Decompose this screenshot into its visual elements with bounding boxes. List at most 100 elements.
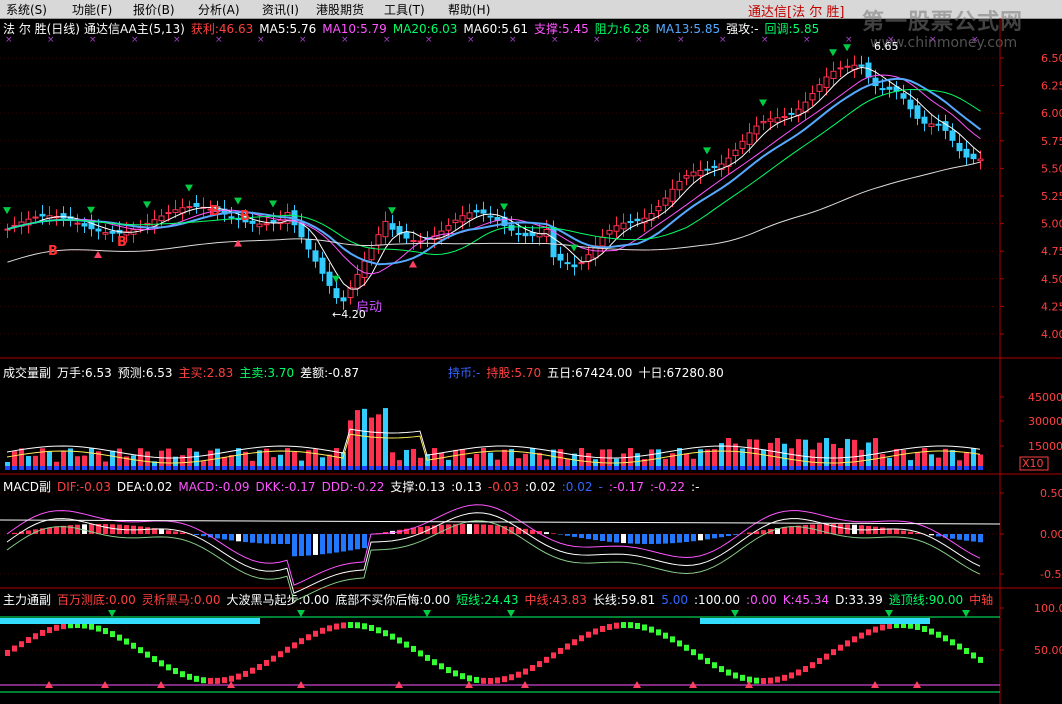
- mainforce-bar: [481, 677, 486, 684]
- macd-bar: [908, 531, 913, 534]
- mainforce-bar: [355, 622, 360, 629]
- volume-base-bar: [747, 466, 752, 470]
- mf-sell-arrow-icon: [108, 610, 116, 617]
- mf-sell-arrow-icon: [423, 610, 431, 617]
- candle-body: [389, 223, 396, 230]
- volume-base-bar: [964, 466, 969, 470]
- main-y-tick-label: 5.00: [1041, 218, 1062, 231]
- macd-bar: [929, 534, 934, 536]
- volume-base-bar: [68, 466, 73, 470]
- macd-bar: [789, 526, 794, 534]
- volume-bar: [817, 442, 822, 470]
- macd-bar: [558, 534, 563, 535]
- marker-x: ×: [5, 35, 13, 45]
- marker-x: ×: [509, 35, 517, 45]
- candle-body: [956, 142, 963, 152]
- macd-bar: [180, 532, 185, 534]
- mainforce-bar: [376, 627, 381, 634]
- ma5-line: [7, 66, 981, 290]
- volume-base-bar: [341, 466, 346, 470]
- mainforce-bar: [33, 633, 38, 640]
- volume-base-bar: [243, 466, 248, 470]
- mainforce-bar: [656, 629, 661, 636]
- candle-body: [333, 288, 340, 299]
- volume-base-bar: [929, 466, 934, 470]
- volume-base-bar: [824, 466, 829, 470]
- mainforce-bar: [593, 628, 598, 635]
- volume-base-bar: [558, 466, 563, 470]
- mainforce-bar: [201, 677, 206, 684]
- mainforce-bar: [649, 626, 654, 633]
- volume-base-bar: [264, 466, 269, 470]
- mainforce-y-tick-label: 100.00: [1034, 602, 1062, 615]
- mainforce-bar: [173, 668, 178, 675]
- mainforce-bar: [110, 631, 115, 638]
- volume-base-bar: [516, 466, 521, 470]
- candle-body: [375, 234, 382, 246]
- mainforce-bar: [803, 666, 808, 673]
- mainforce-bar: [866, 629, 871, 636]
- macd-bar: [215, 534, 220, 539]
- volume-base-bar: [194, 466, 199, 470]
- mainforce-bar: [453, 670, 458, 677]
- macd-bar: [663, 534, 668, 544]
- mainforce-bar: [775, 676, 780, 683]
- mainforce-bar: [516, 671, 521, 678]
- mainforce-bar: [474, 676, 479, 683]
- candle-body: [515, 232, 522, 235]
- mainforce-bar: [152, 656, 157, 663]
- volume-base-bar: [873, 466, 878, 470]
- mainforce-bar: [684, 644, 689, 651]
- main-y-tick-label: 4.75: [1041, 245, 1062, 258]
- candle-body: [466, 212, 473, 219]
- mf-sell-arrow-icon: [507, 610, 515, 617]
- volume-base-bar: [838, 466, 843, 470]
- marker-x: ×: [845, 35, 853, 45]
- mainforce-bar: [530, 665, 535, 672]
- volume-bar: [376, 414, 381, 470]
- volume-base-bar: [691, 466, 696, 470]
- mainforce-bar: [782, 674, 787, 681]
- mainforce-bar: [733, 672, 738, 679]
- chart-canvas[interactable]: 6.50 6.25 6.00 5.75 5.50 5.25 5.00 4.75 4.50 4.25…: [0, 0, 1062, 704]
- sell-arrow-icon: [3, 207, 11, 215]
- volume-base-bar: [565, 466, 570, 470]
- mainforce-bar: [19, 641, 24, 648]
- mainforce-y-tick-label: 50.00: [1034, 644, 1062, 657]
- mainforce-bar: [194, 675, 199, 682]
- mainforce-bar: [460, 673, 465, 680]
- mainforce-bar: [257, 663, 262, 670]
- volume-base-bar: [600, 466, 605, 470]
- candle-body: [613, 225, 620, 232]
- macd-bar: [201, 534, 206, 537]
- mainforce-bar: [929, 628, 934, 635]
- macd-bar: [614, 534, 619, 543]
- mainforce-bar: [551, 652, 556, 659]
- candle-body: [165, 212, 172, 215]
- volume-base-bar: [698, 466, 703, 470]
- buy-signal-label: B: [117, 235, 127, 250]
- volume-base-bar: [201, 466, 206, 470]
- macd-bar: [103, 524, 108, 534]
- macd-bar: [355, 534, 360, 550]
- mf-sell-arrow-icon: [297, 610, 305, 617]
- volume-base-bar: [320, 466, 325, 470]
- main-y-tick-label: 5.75: [1041, 135, 1062, 148]
- macd-bar: [68, 525, 73, 534]
- mainforce-bar: [922, 625, 927, 632]
- volume-base-bar: [950, 466, 955, 470]
- candle-body: [564, 262, 571, 265]
- mainforce-bar: [117, 634, 122, 641]
- volume-base-bar: [530, 466, 535, 470]
- mainforce-bar: [698, 653, 703, 660]
- volume-base-bar: [96, 466, 101, 470]
- volume-base-bar: [19, 466, 24, 470]
- macd-bar: [726, 534, 731, 537]
- candle-body: [340, 297, 347, 302]
- volume-base-bar: [390, 466, 395, 470]
- volume-base-bar: [544, 466, 549, 470]
- candle-body: [354, 273, 361, 289]
- volume-base-bar: [12, 466, 17, 470]
- marker-x: ×: [299, 35, 307, 45]
- mainforce-bar: [124, 638, 129, 645]
